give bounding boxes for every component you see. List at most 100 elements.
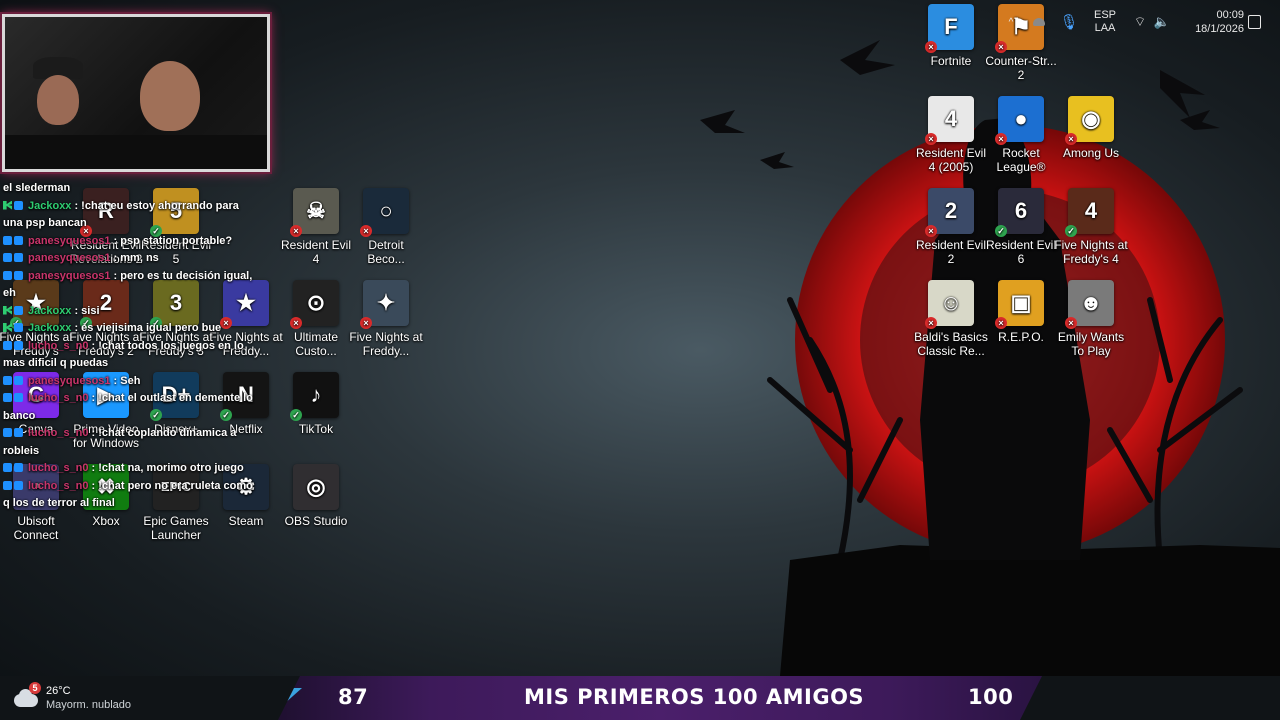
chat-message: panesyquesos1: Seh xyxy=(3,373,253,391)
chat-message: lucho_s_n0: !chat pero no era ruleta com… xyxy=(3,478,253,513)
sync-error-icon: × xyxy=(290,317,302,329)
chat-username: lucho_s_n0 xyxy=(28,339,89,352)
app-glyph: 4 xyxy=(1084,198,1098,223)
desktop-icon[interactable]: F × Fortnite xyxy=(916,4,986,68)
speaker-icon[interactable]: 🔈 xyxy=(1153,0,1171,44)
subscriber-badge-icon xyxy=(14,305,23,315)
subscriber-badge-icon xyxy=(14,340,23,350)
sync-ok-icon: ✓ xyxy=(290,409,302,421)
sync-ok-icon: ✓ xyxy=(995,225,1007,237)
app-icon: 4 × xyxy=(925,96,974,145)
sync-error-icon: × xyxy=(925,41,937,53)
desktop-icon-label: Xbox xyxy=(92,514,120,528)
kick-badge-icon xyxy=(3,305,12,315)
clock-date: 18/1/2026 xyxy=(1195,23,1244,35)
sync-error-icon: × xyxy=(925,225,937,237)
desktop-icon[interactable]: 6 ✓ Resident Evil 6 xyxy=(986,188,1056,266)
desktop-icon-label: Rocket League® xyxy=(996,146,1046,174)
cloud-icon: 5 xyxy=(14,682,41,708)
subscriber-badge-icon xyxy=(14,235,23,245)
app-glyph: 6 xyxy=(1014,198,1028,223)
desktop-icon-label: Among Us xyxy=(1062,146,1120,160)
notification-center-icon[interactable] xyxy=(1246,0,1262,44)
chat-text: el slederman xyxy=(3,182,71,194)
desktop-icon[interactable]: ◎ OBS Studio xyxy=(281,464,351,528)
desktop-icon-label: Ubisoft Connect xyxy=(13,514,59,542)
app-icon: ✦ × xyxy=(360,280,409,329)
desktop-icon[interactable]: ☠ × Resident Evil 4 xyxy=(281,188,351,266)
app-glyph: ☠ xyxy=(306,198,326,223)
webcam-overlay xyxy=(2,14,270,172)
chat-text: : mm, ns xyxy=(113,252,159,264)
app-glyph: ⊙ xyxy=(306,290,326,315)
desktop-icon-label: Resident Evil 4 (2005) xyxy=(915,146,987,174)
verified-badge-icon xyxy=(3,375,12,385)
sync-error-icon: × xyxy=(925,133,937,145)
chat-message: lucho_s_n0: !chat coplando dinamica a ro… xyxy=(3,425,253,460)
desktop-icon[interactable]: 2 × Resident Evil 2 xyxy=(916,188,986,266)
chat-username: lucho_s_n0 xyxy=(28,462,89,474)
desktop-icon[interactable]: ▣ × R.E.P.O. xyxy=(986,280,1056,344)
desktop-icon-label: Five Nights at Freddy's 4 xyxy=(1054,238,1128,266)
desktop-icon-label: Resident Evil 2 xyxy=(915,238,987,266)
chat-text: : psp station portable? xyxy=(113,234,233,247)
desktop-icon[interactable]: ✦ × Five Nights at Freddy... xyxy=(349,280,423,358)
chat-message: Jackoxx: es viejisima igual pero bue xyxy=(3,320,253,338)
clock[interactable]: 00:09 18/1/2026 xyxy=(1180,0,1244,44)
desktop-icon[interactable]: ◉ × Among Us xyxy=(1056,96,1126,160)
language-indicator[interactable]: ESP LAA xyxy=(1090,0,1120,44)
subscriber-badge-icon xyxy=(14,253,23,262)
app-icon: ▣ × xyxy=(995,280,1044,329)
subscriber-badge-icon xyxy=(14,393,23,402)
chat-username: Jackoxx xyxy=(28,199,72,212)
subscriber-badge-icon xyxy=(14,270,23,280)
app-icon: ⊙ × xyxy=(290,280,339,329)
chat-message: lucho_s_n0: !chat el outlast en demente … xyxy=(3,390,253,425)
desktop-icon-label: Detroit Beco... xyxy=(367,238,405,266)
app-glyph: ☻ xyxy=(1079,290,1103,315)
desktop-icon[interactable]: 4 ✓ Five Nights at Freddy's 4 xyxy=(1054,188,1128,266)
verified-badge-icon xyxy=(3,463,12,472)
app-icon: ☠ × xyxy=(290,188,339,237)
app-icon: ○ × xyxy=(360,188,409,237)
chat-text: : sisi xyxy=(74,304,100,317)
goal-target-count: 100 xyxy=(968,685,1014,709)
subscriber-badge-icon xyxy=(14,480,23,490)
app-glyph: ○ xyxy=(379,198,393,223)
sync-error-icon: × xyxy=(360,225,372,237)
weather-widget[interactable]: 5 26°C Mayorm. nublado xyxy=(14,682,131,712)
chat-username: panesyquesos1 xyxy=(28,252,111,264)
desktop-icon[interactable]: ○ × Detroit Beco... xyxy=(351,188,421,266)
sync-error-icon: × xyxy=(995,317,1007,329)
verified-badge-icon xyxy=(3,393,12,402)
goal-current-count: 87 xyxy=(338,685,369,709)
subscriber-badge-icon xyxy=(14,463,23,472)
chat-message: panesyquesos1: psp station portable? xyxy=(3,233,253,251)
app-glyph: ◎ xyxy=(306,474,326,499)
wifi-icon[interactable]: ⌔ xyxy=(1130,0,1150,44)
desktop-icon[interactable]: ⊙ × Ultimate Custo... xyxy=(281,280,351,358)
verified-badge-icon xyxy=(3,340,12,350)
clock-time: 00:09 xyxy=(1216,9,1244,21)
desktop-icon-label: Steam xyxy=(228,514,264,528)
app-glyph: ✦ xyxy=(376,290,396,315)
app-icon: F × xyxy=(925,4,974,53)
app-glyph: ☺ xyxy=(939,290,963,315)
desktop-icon[interactable]: 4 × Resident Evil 4 (2005) xyxy=(916,96,986,174)
streamer-face-right xyxy=(140,61,200,131)
sync-error-icon: × xyxy=(995,133,1007,145)
app-glyph: ▣ xyxy=(1010,290,1032,315)
desktop-icon[interactable]: ☻ × Emily Wants To Play xyxy=(1056,280,1126,358)
chevron-up-icon[interactable]: ^ xyxy=(1004,0,1018,44)
sync-ok-icon: ✓ xyxy=(1065,225,1077,237)
goal-title: MIS PRIMEROS 100 AMIGOS xyxy=(524,685,865,709)
chat-text: : !chat na, morimo otro juego xyxy=(91,462,244,474)
desktop-icon[interactable]: ♪ ✓ TikTok xyxy=(281,372,351,436)
network-app-icon[interactable] xyxy=(1030,0,1048,44)
desktop-icon[interactable]: ● × Rocket League® xyxy=(986,96,1056,174)
weather-temperature: 26°C xyxy=(46,685,71,697)
desktop-icon-label: Baldi's Basics Classic Re... xyxy=(914,330,988,358)
microphone-icon[interactable]: 🎙 xyxy=(1059,0,1078,44)
weather-description: Mayorm. nublado xyxy=(46,699,131,711)
desktop-icon[interactable]: ☺ × Baldi's Basics Classic Re... xyxy=(914,280,988,358)
